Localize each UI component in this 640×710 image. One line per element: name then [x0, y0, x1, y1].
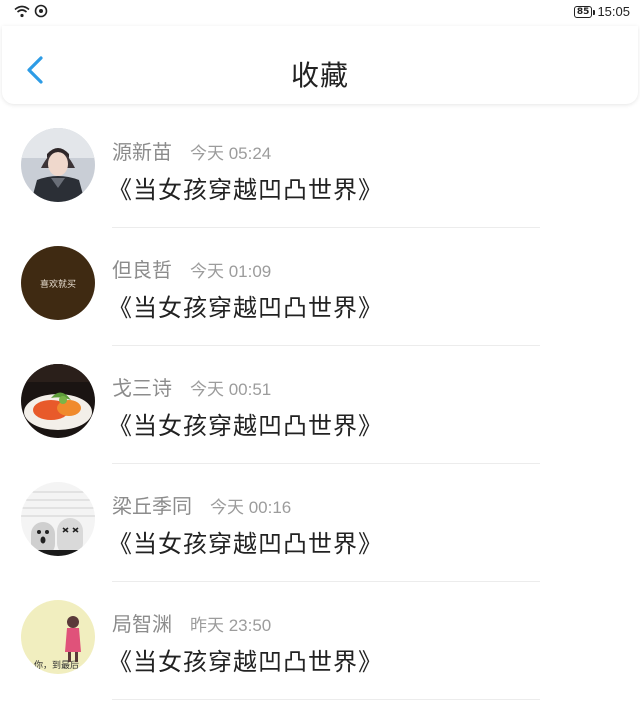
- cartoon-avatar: [21, 482, 95, 556]
- user-name: 但良哲: [112, 258, 172, 282]
- list-item[interactable]: 戈三诗 今天 00:51 《当女孩穿越凹凸世界》: [0, 346, 640, 464]
- avatar[interactable]: [21, 128, 95, 202]
- item-meta: 戈三诗 今天 00:51: [112, 372, 271, 401]
- data-saver-icon: [34, 4, 48, 22]
- user-name: 源新苗: [112, 140, 172, 164]
- timestamp: 今天 00:16: [210, 498, 292, 517]
- timestamp: 昨天 23:50: [190, 616, 272, 635]
- status-bar: 85 15:05: [0, 0, 640, 26]
- book-title[interactable]: 《当女孩穿越凹凸世界》: [108, 170, 383, 205]
- book-title[interactable]: 《当女孩穿越凹凸世界》: [108, 406, 383, 441]
- item-meta: 局智渊 昨天 23:50: [112, 608, 271, 637]
- wifi-icon: [14, 5, 30, 22]
- book-title[interactable]: 《当女孩穿越凹凸世界》: [108, 642, 383, 677]
- item-meta: 但良哲 今天 01:09: [112, 254, 271, 283]
- list-item[interactable]: 梁丘季同 今天 00:16 《当女孩穿越凹凸世界》: [0, 464, 640, 582]
- timestamp: 今天 05:24: [190, 144, 272, 163]
- status-right: 85 15:05: [573, 4, 630, 19]
- book-title[interactable]: 《当女孩穿越凹凸世界》: [108, 524, 383, 559]
- girl-avatar: …你，到最后: [21, 600, 95, 674]
- timestamp: 今天 00:51: [190, 380, 272, 399]
- timestamp: 今天 01:09: [190, 262, 272, 281]
- book-title[interactable]: 《当女孩穿越凹凸世界》: [108, 288, 383, 323]
- svg-text:喜欢就买: 喜欢就买: [40, 278, 76, 290]
- user-name: 戈三诗: [112, 376, 172, 400]
- page-title: 收藏: [290, 59, 349, 92]
- avatar[interactable]: 喜欢就买: [21, 246, 95, 320]
- user-name: 梁丘季同: [112, 494, 192, 518]
- item-meta: 梁丘季同 今天 00:16: [112, 490, 291, 519]
- status-left: [14, 4, 48, 22]
- list-item[interactable]: 源新苗 今天 05:24 《当女孩穿越凹凸世界》: [0, 110, 640, 228]
- svg-text:…你，到最后: …你，到最后: [25, 659, 79, 671]
- avatar[interactable]: …你，到最后: [21, 600, 95, 674]
- user-name: 局智渊: [112, 612, 172, 636]
- list-item[interactable]: 喜欢就买 但良哲 今天 01:09 《当女孩穿越凹凸世界》: [0, 228, 640, 346]
- text-avatar: 喜欢就买: [21, 246, 95, 320]
- avatar[interactable]: [21, 482, 95, 556]
- list-item[interactable]: …你，到最后 局智渊 昨天 23:50 《当女孩穿越凹凸世界》: [0, 582, 640, 700]
- food-avatar: [21, 364, 95, 438]
- favorites-list: 源新苗 今天 05:24 《当女孩穿越凹凸世界》 喜欢就买 但良哲 今天 01:…: [0, 110, 640, 700]
- portrait-boy-avatar: [21, 128, 95, 202]
- header-bar: 收藏: [2, 26, 638, 104]
- avatar[interactable]: [21, 364, 95, 438]
- battery-indicator: 85: [573, 5, 595, 18]
- item-meta: 源新苗 今天 05:24: [112, 136, 271, 165]
- divider: [112, 699, 540, 700]
- clock: 15:05: [597, 4, 630, 19]
